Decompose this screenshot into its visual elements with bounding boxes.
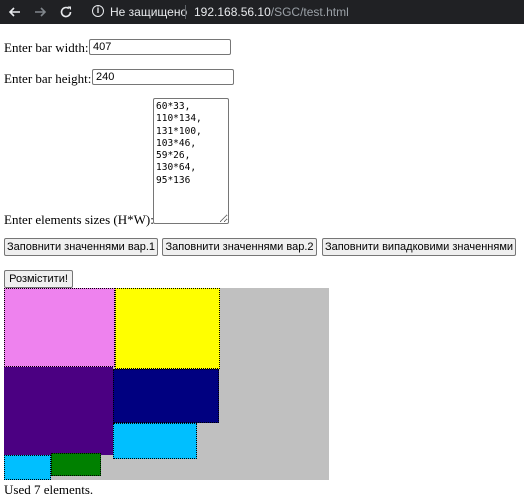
bar-width-label: Enter bar width: [4, 40, 89, 55]
element-sizes-textarea[interactable]: 60*33, 110*134, 131*100, 103*46, 59*26, … [153, 98, 229, 224]
forward-arrow-icon[interactable] [31, 3, 49, 21]
url-path: /SGC/test.html [270, 5, 349, 19]
address-bar[interactable]: 192.168.56.10/SGC/test.html [194, 5, 349, 19]
url-host: 192.168.56.10 [194, 5, 271, 19]
bar-width-input[interactable] [89, 39, 231, 55]
bar-canvas [4, 288, 329, 480]
element-rect-violet [4, 288, 115, 367]
fill-random-button[interactable]: Заповнити випадковими значеннями [322, 238, 516, 256]
reload-icon[interactable] [57, 3, 75, 21]
browser-toolbar: i Не защищено 192.168.56.10/SGC/test.htm… [0, 0, 524, 24]
element-rect-deepskyblue [113, 423, 197, 459]
element-rect-indigo [4, 367, 113, 455]
info-icon[interactable]: i [92, 5, 104, 17]
element-rect-navy [113, 369, 219, 423]
security-status[interactable]: Не защищено [110, 5, 187, 19]
element-rect-deepskyblue-small [4, 455, 51, 480]
address-divider [185, 5, 186, 19]
place-button[interactable]: Розмістити! [4, 270, 73, 288]
back-arrow-icon[interactable] [6, 3, 24, 21]
element-rect-green [51, 453, 101, 476]
fill-variant-1-button[interactable]: Заповнити значеннями вар.1 [4, 238, 158, 256]
element-sizes-label: Enter elements sizes (H*W): [4, 212, 154, 227]
bar-height-input[interactable] [92, 69, 234, 85]
element-rect-yellow [115, 288, 220, 369]
bar-height-label: Enter bar height: [4, 71, 92, 86]
fill-variant-2-button[interactable]: Заповнити значеннями вар.2 [162, 238, 317, 256]
